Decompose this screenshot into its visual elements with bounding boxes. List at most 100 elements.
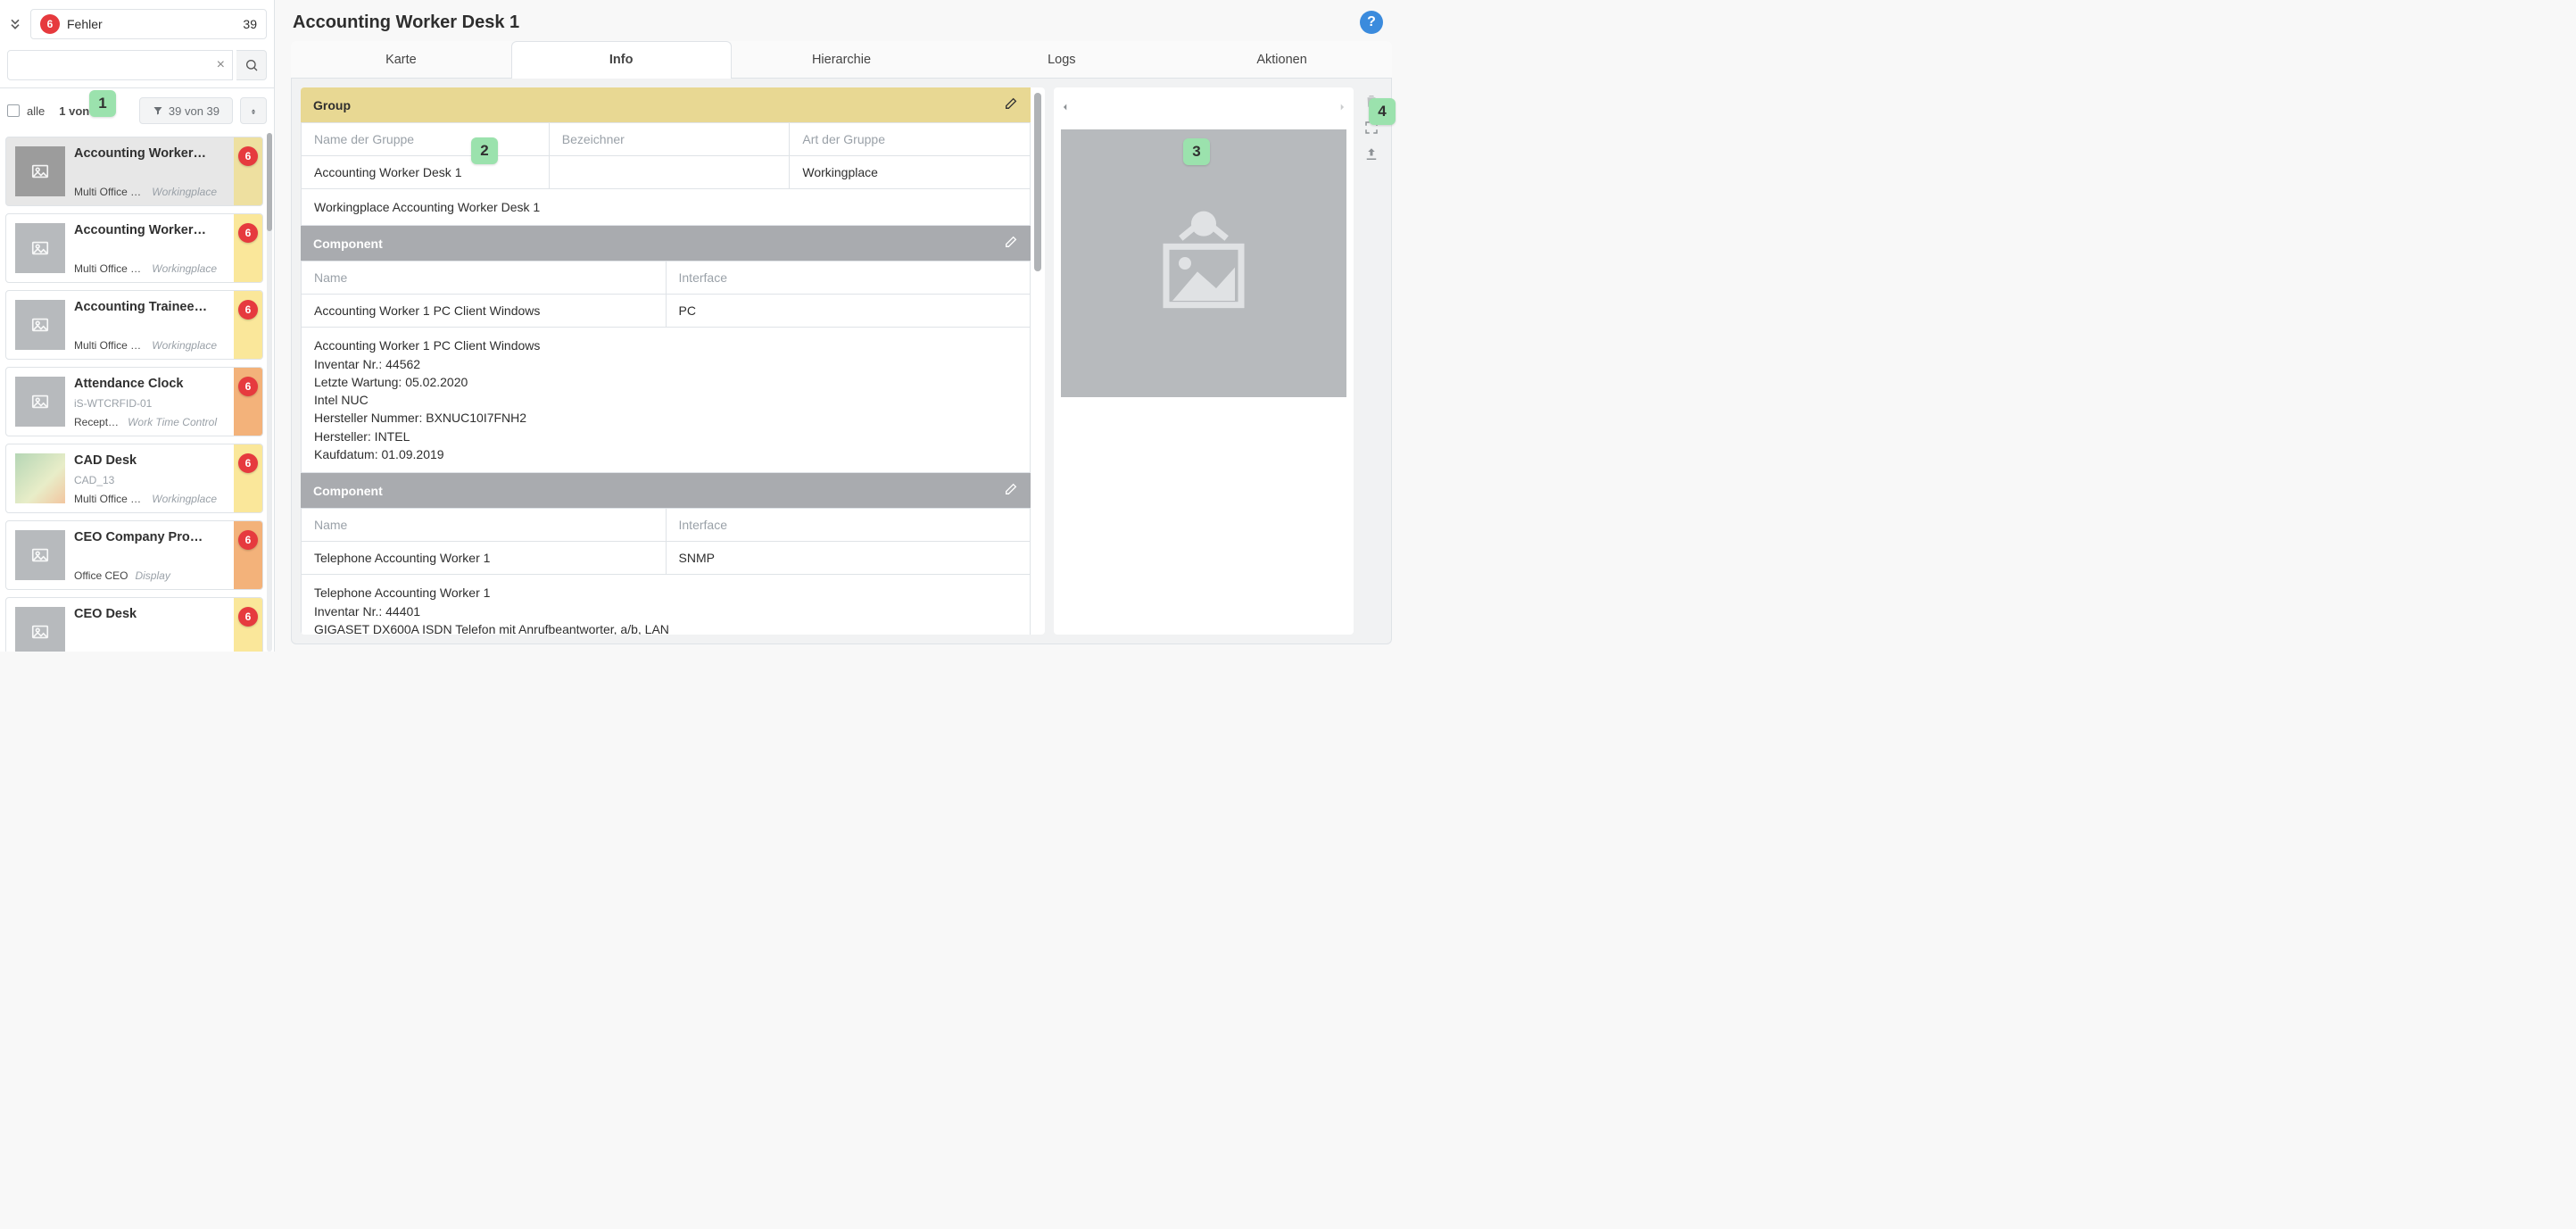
device-card[interactable]: Accounting Trainees …Multi Office U…Work… bbox=[5, 290, 263, 360]
group-col-ident: Bezeichner bbox=[549, 123, 790, 156]
info-scroll-thumb[interactable] bbox=[1034, 93, 1041, 271]
tab-info[interactable]: Info bbox=[511, 41, 732, 78]
upload-media-button[interactable] bbox=[1362, 145, 1381, 164]
device-title: CEO Company Proce… bbox=[74, 530, 208, 544]
device-card[interactable]: Attendance Clock iS-WTCRFID-01 Reception Wo… bbox=[5, 367, 263, 436]
edit-component1-button[interactable] bbox=[1004, 235, 1018, 252]
device-card[interactable]: CEO Company Proce… Office CEO Display 6 bbox=[5, 520, 263, 590]
select-all-label: alle bbox=[27, 104, 45, 118]
device-location: Reception bbox=[74, 416, 120, 428]
group-col-kind: Art der Gruppe bbox=[790, 123, 1031, 156]
severity-strip: 6 bbox=[234, 214, 262, 282]
device-type: Workingplace bbox=[152, 339, 217, 352]
tab-karte[interactable]: Karte bbox=[291, 41, 511, 78]
device-card[interactable]: Accounting Worker …Multi Office U…Workin… bbox=[5, 213, 263, 283]
component2-table: Name Interface Telephone Accounting Work… bbox=[301, 508, 1031, 575]
group-description: Workingplace Accounting Worker Desk 1 bbox=[301, 189, 1031, 226]
device-location: Multi Office U… bbox=[74, 186, 145, 198]
status-filter-chip[interactable]: 6 Fehler 39 bbox=[30, 9, 267, 39]
group-row: Accounting Worker Desk 1 Workingplace bbox=[302, 156, 1031, 189]
hint-badge-1: 1 bbox=[89, 90, 116, 117]
severity-strip: 6 bbox=[234, 137, 262, 205]
device-type: Workingplace bbox=[152, 186, 217, 198]
group-section-header: Group bbox=[301, 87, 1031, 122]
device-title: Attendance Clock bbox=[74, 377, 208, 391]
component1-description: Accounting Worker 1 PC Client Windows In… bbox=[301, 328, 1031, 473]
component1-heading-label: Component bbox=[313, 237, 383, 251]
device-type: Display bbox=[135, 569, 170, 582]
status-filter-label: Fehler bbox=[67, 17, 103, 31]
severity-strip: 6 bbox=[234, 291, 262, 359]
edit-component2-button[interactable] bbox=[1004, 482, 1018, 499]
sidebar-search-wrapper: × bbox=[7, 50, 233, 80]
select-all-checkbox[interactable] bbox=[7, 104, 20, 117]
tab-aktionen[interactable]: Aktionen bbox=[1172, 41, 1392, 78]
device-type: Work Time Control bbox=[128, 416, 217, 428]
device-thumbnail bbox=[15, 607, 65, 652]
severity-badge: 6 bbox=[238, 453, 258, 473]
page-title: Accounting Worker Desk 1 bbox=[293, 12, 519, 33]
filter-funnel-text: 39 von 39 bbox=[169, 104, 219, 118]
media-next-button[interactable] bbox=[1338, 100, 1346, 117]
device-card[interactable]: Accounting Worker … Multi Office U… Workin… bbox=[5, 137, 263, 206]
hint-badge-3: 3 bbox=[1183, 138, 1210, 165]
sidebar-search-button[interactable] bbox=[236, 50, 267, 80]
device-location: Multi Office U… bbox=[74, 262, 145, 275]
filter-funnel-button[interactable]: 39 von 39 bbox=[139, 97, 233, 124]
media-placeholder-image bbox=[1061, 129, 1346, 397]
device-card[interactable]: CAD Desk CAD_13 Multi Office G… Workingplac… bbox=[5, 444, 263, 513]
component1-section-header: Component bbox=[301, 226, 1031, 261]
severity-strip: 6 bbox=[234, 444, 262, 512]
device-thumbnail bbox=[15, 146, 65, 196]
device-thumbnail bbox=[15, 300, 65, 350]
comp2-col-name: Name bbox=[302, 509, 667, 542]
device-thumbnail bbox=[15, 453, 65, 503]
device-location: Multi Office U… bbox=[74, 339, 145, 352]
comp1-col-iface: Interface bbox=[666, 262, 1031, 295]
device-subtitle: iS-WTCRFID-01 bbox=[74, 397, 208, 410]
sidebar-search-input[interactable] bbox=[17, 51, 205, 79]
clear-search-button[interactable]: × bbox=[217, 57, 225, 73]
help-button[interactable]: ? bbox=[1360, 11, 1383, 34]
device-thumbnail bbox=[15, 530, 65, 580]
device-location: Multi Office G… bbox=[74, 493, 145, 505]
detail-tabs: Karte Info Hierarchie Logs Aktionen bbox=[291, 41, 1392, 79]
severity-badge: 6 bbox=[238, 146, 258, 166]
hint-badge-4: 4 bbox=[1369, 98, 1396, 125]
component1-table: Name Interface Accounting Worker 1 PC Cl… bbox=[301, 261, 1031, 328]
severity-badge: 6 bbox=[238, 530, 258, 550]
group-heading-label: Group bbox=[313, 98, 351, 112]
severity-strip: 6 bbox=[234, 521, 262, 589]
media-prev-button[interactable] bbox=[1061, 100, 1070, 117]
group-table: Name der Gruppe Bezeichner Art der Grupp… bbox=[301, 122, 1031, 189]
tab-hierarchie[interactable]: Hierarchie bbox=[732, 41, 952, 78]
sidebar-scroll-thumb[interactable] bbox=[267, 133, 272, 231]
severity-strip: 6 bbox=[234, 598, 262, 652]
device-title: Accounting Worker … bbox=[74, 146, 208, 161]
device-title: CEO Desk bbox=[74, 607, 208, 621]
component2-heading-label: Component bbox=[313, 484, 383, 498]
media-preview-panel bbox=[1054, 87, 1354, 635]
severity-badge: 6 bbox=[238, 377, 258, 396]
comp1-row: Accounting Worker 1 PC Client Windows PC bbox=[302, 295, 1031, 328]
comp2-col-iface: Interface bbox=[666, 509, 1031, 542]
device-title: CAD Desk bbox=[74, 453, 208, 468]
status-severity-badge: 6 bbox=[40, 14, 60, 34]
device-subtitle: CAD_13 bbox=[74, 474, 208, 486]
edit-group-button[interactable] bbox=[1004, 96, 1018, 113]
severity-badge: 6 bbox=[238, 300, 258, 320]
device-title: Accounting Worker … bbox=[74, 223, 208, 237]
tab-logs[interactable]: Logs bbox=[951, 41, 1172, 78]
severity-badge: 6 bbox=[238, 607, 258, 627]
device-card[interactable]: CEO Desk 6 bbox=[5, 597, 263, 652]
device-location: Office CEO bbox=[74, 569, 128, 582]
sort-toggle-button[interactable] bbox=[240, 97, 267, 124]
device-thumbnail bbox=[15, 377, 65, 427]
collapse-sidebar-button[interactable] bbox=[5, 12, 25, 37]
hint-badge-2: 2 bbox=[471, 137, 498, 164]
device-type: Workingplace bbox=[152, 493, 217, 505]
group-col-name: Name der Gruppe bbox=[302, 123, 550, 156]
device-thumbnail bbox=[15, 223, 65, 273]
status-filter-count: 39 bbox=[243, 17, 257, 31]
component2-description: Telephone Accounting Worker 1 Inventar N… bbox=[301, 575, 1031, 635]
